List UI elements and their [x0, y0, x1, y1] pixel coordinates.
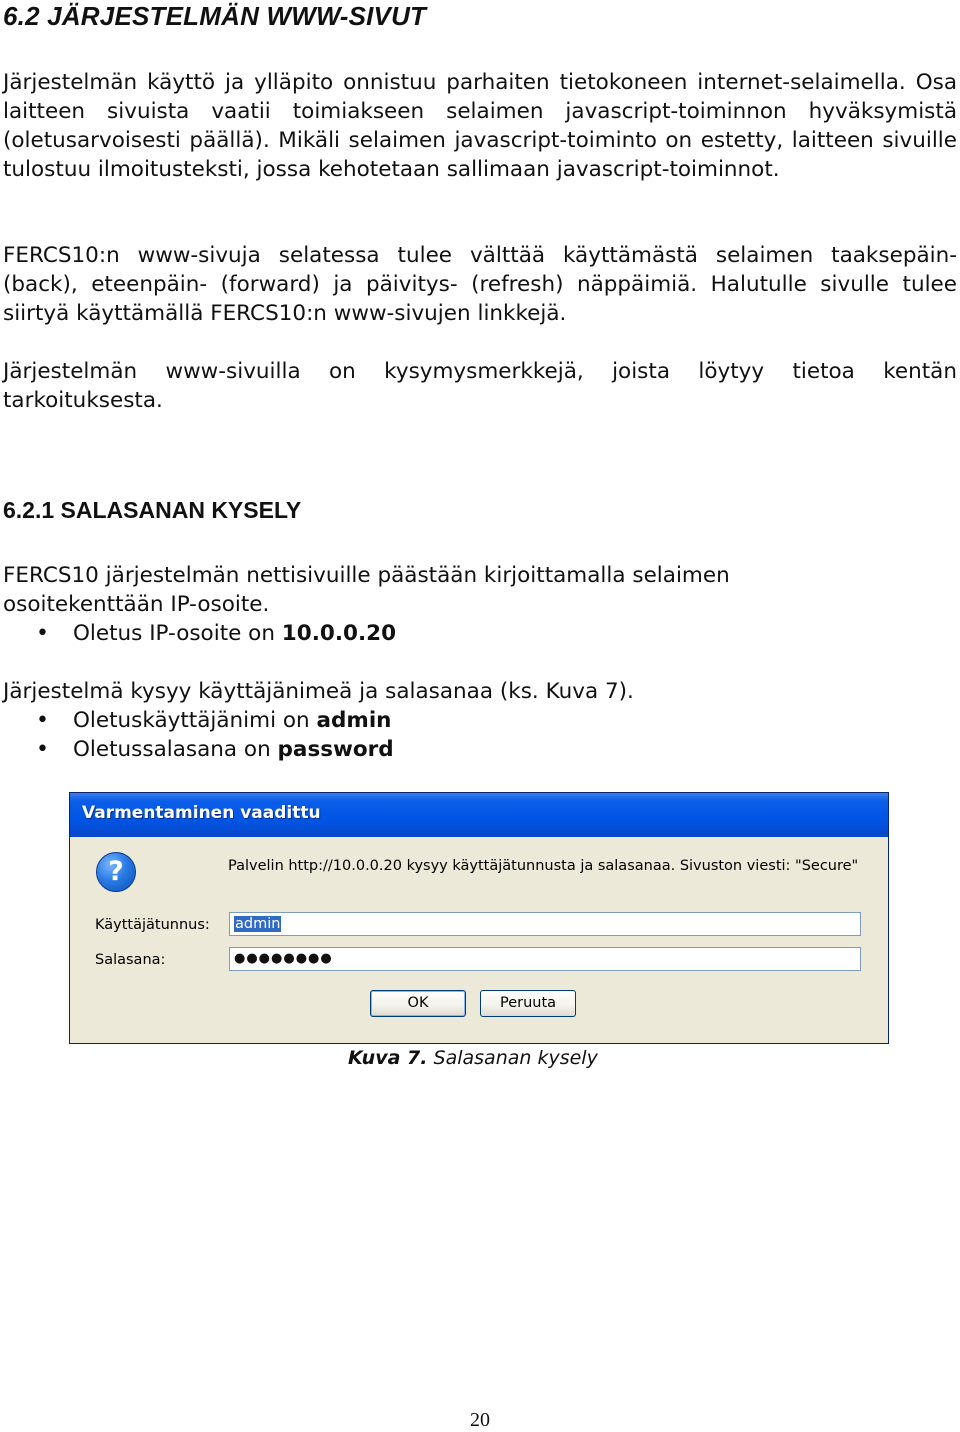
default-password-value: password [277, 737, 394, 762]
default-user-value: admin [316, 708, 392, 733]
intro-line-1: FERCS10 järjestelmän nettisivuille pääst… [3, 563, 730, 588]
intro-line-2: osoitekenttään IP-osoite. [3, 592, 270, 617]
bullet-dot: • [36, 737, 49, 762]
default-ip-value: 10.0.0.20 [281, 621, 397, 646]
dialog-title-bar: Varmentaminen vaadittu [70, 793, 888, 837]
bullet-default-password: Oletussalasana on password [73, 735, 394, 764]
ok-button[interactable]: OK [370, 990, 466, 1017]
document-page: 6.2 JÄRJESTELMÄN WWW-SIVUT Järjestelmän … [0, 0, 960, 1432]
question-icon: ? [96, 852, 136, 892]
login-info-line: Järjestelmä kysyy käyttäjänimeä ja salas… [3, 679, 634, 704]
username-value: admin [234, 916, 282, 932]
bullet-dot: • [36, 621, 49, 646]
subsection-heading: 6.2.1 SALASANAN KYSELY [3, 497, 302, 523]
section-heading: 6.2 JÄRJESTELMÄN WWW-SIVUT [3, 1, 427, 31]
figure-caption-text: Salasanan kysely [427, 1047, 598, 1069]
paragraph-intro: Järjestelmän käyttö ja ylläpito onnistuu… [3, 70, 957, 182]
bullet-ip-label: Oletus IP-osoite on [73, 621, 282, 646]
bullet-user-label: Oletuskäyttäjänimi on [73, 708, 317, 733]
paragraph-help: Järjestelmän www-sivuilla on kysymysmerk… [3, 359, 957, 413]
cancel-button[interactable]: Peruuta [480, 990, 576, 1017]
auth-dialog-screenshot: Varmentaminen vaadittu ? Palvelin http:/… [69, 792, 889, 1044]
bullet-default-user: Oletuskäyttäjänimi on admin [73, 706, 392, 735]
dialog-message: Palvelin http://10.0.0.20 kysyy käyttäjä… [228, 858, 859, 874]
bullet-dot: • [36, 708, 49, 733]
bullet-default-ip: Oletus IP-osoite on 10.0.0.20 [73, 619, 396, 648]
password-label: Salasana: [95, 952, 166, 968]
bullet-pass-label: Oletussalasana on [73, 737, 278, 762]
figure-label: Kuva 7. [348, 1047, 428, 1069]
dialog-title: Varmentaminen vaadittu [82, 803, 321, 823]
page-number: 20 [470, 1409, 490, 1431]
paragraph-navigation: FERCS10:n www-sivuja selatessa tulee väl… [3, 243, 957, 326]
figure-caption: Kuva 7. Salasanan kysely [348, 1045, 598, 1071]
username-label: Käyttäjätunnus: [95, 917, 210, 933]
password-input[interactable]: ●●●●●●●● [229, 947, 861, 971]
username-input[interactable]: admin [229, 912, 861, 936]
